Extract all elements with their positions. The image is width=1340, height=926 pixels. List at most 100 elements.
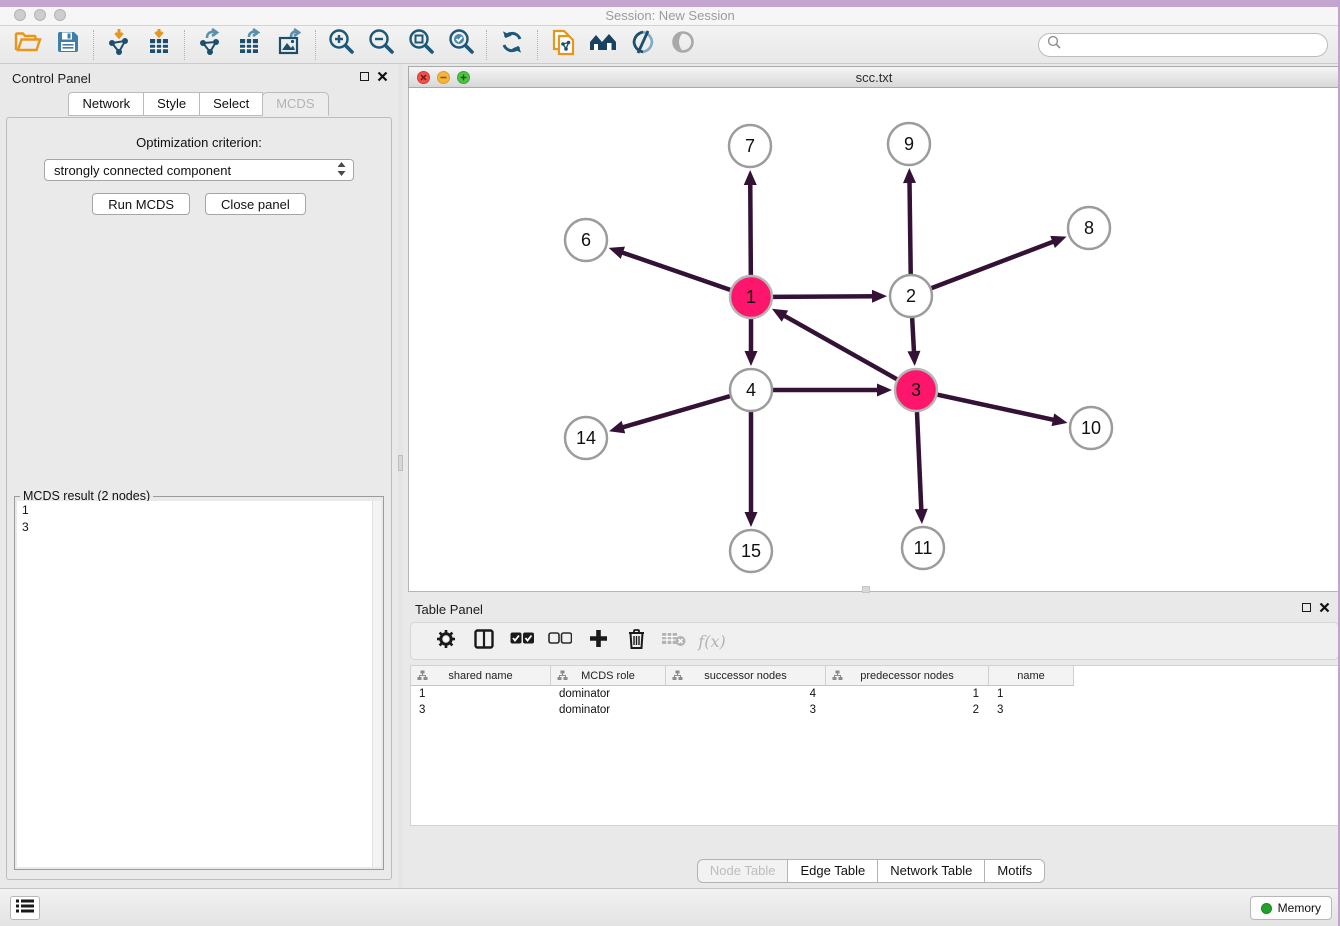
- tab-motifs[interactable]: Motifs: [984, 859, 1045, 883]
- create-column-button[interactable]: [579, 625, 617, 657]
- task-history-button[interactable]: [10, 896, 40, 920]
- toolbar-separator: [537, 30, 538, 60]
- status-bar: Memory: [0, 888, 1340, 926]
- cell-predecessor-nodes[interactable]: 2: [826, 702, 989, 718]
- column-header-predecessor-nodes[interactable]: predecessor nodes: [826, 666, 989, 686]
- graph-edge-arrowhead: [915, 509, 928, 524]
- tab-network[interactable]: Network: [68, 92, 144, 116]
- graph-edge-1-6[interactable]: [616, 250, 730, 289]
- graph-node-label: 3: [911, 380, 921, 400]
- app-titlebar: Session: New Session: [0, 0, 1340, 26]
- delete-table-button[interactable]: [655, 625, 693, 657]
- zoom-in-button[interactable]: [321, 28, 361, 62]
- graph-edge-3-11[interactable]: [917, 412, 922, 516]
- network-window-titlebar[interactable]: scc.txt: [408, 66, 1340, 88]
- export-network-icon: [197, 28, 223, 61]
- network-minimize-button[interactable]: [437, 71, 450, 84]
- optimization-criterion-dropdown[interactable]: strongly connected component: [44, 159, 354, 181]
- optimization-criterion-label: Optimization criterion:: [136, 135, 262, 150]
- search-field[interactable]: [1038, 33, 1328, 57]
- cell-successor-nodes[interactable]: 4: [666, 686, 826, 702]
- cell-name[interactable]: 1: [989, 686, 1074, 702]
- open-session-button[interactable]: [8, 28, 48, 62]
- network-close-button[interactable]: [417, 71, 430, 84]
- table-settings-button[interactable]: [427, 625, 465, 657]
- tab-style[interactable]: Style: [143, 92, 200, 116]
- delete-column-button[interactable]: [617, 625, 655, 657]
- search-input[interactable]: [1066, 38, 1319, 52]
- cell-predecessor-nodes[interactable]: 1: [826, 686, 989, 702]
- mcds-result-line: 1: [22, 502, 381, 519]
- columns-icon: [474, 629, 494, 654]
- memory-label: Memory: [1278, 901, 1321, 915]
- open-folder-icon: [14, 30, 42, 59]
- graph-edge-2-8[interactable]: [932, 239, 1060, 288]
- cell-mcds-role[interactable]: dominator: [551, 702, 666, 718]
- graph-edge-3-10[interactable]: [937, 395, 1059, 422]
- horizontal-splitter-handle[interactable]: [862, 586, 870, 593]
- zoom-fit-button[interactable]: [401, 28, 441, 62]
- table-row[interactable]: 3 dominator 3 2 3: [411, 702, 1338, 718]
- refresh-button[interactable]: [492, 28, 532, 62]
- network-maximize-button[interactable]: [457, 71, 470, 84]
- float-panel-icon[interactable]: [360, 72, 369, 81]
- mcds-result-box: MCDS result (2 nodes) 1 3: [14, 496, 384, 870]
- show-hidden-button[interactable]: [663, 28, 703, 62]
- column-header-mcds-role[interactable]: MCDS role: [551, 666, 666, 686]
- zoom-selected-icon: [447, 28, 475, 61]
- graph-node-label: 8: [1084, 218, 1094, 238]
- tab-node-table[interactable]: Node Table: [697, 859, 789, 883]
- close-panel-button[interactable]: Close panel: [205, 193, 306, 215]
- tab-network-table[interactable]: Network Table: [877, 859, 985, 883]
- graph-node-label: 10: [1081, 418, 1101, 438]
- toolbar-separator: [93, 30, 94, 60]
- export-image-button[interactable]: [270, 28, 310, 62]
- graph-edge-arrowhead: [872, 290, 887, 303]
- cell-name[interactable]: 3: [989, 702, 1074, 718]
- import-network-button[interactable]: [99, 28, 139, 62]
- cell-successor-nodes[interactable]: 3: [666, 702, 826, 718]
- graph-node-label: 15: [741, 541, 761, 561]
- graph-edge-1-7[interactable]: [750, 178, 751, 275]
- import-table-button[interactable]: [139, 28, 179, 62]
- cell-shared-name[interactable]: 3: [411, 702, 551, 718]
- network-view[interactable]: 7968124314101511: [408, 88, 1340, 592]
- hide-selected-button[interactable]: [623, 28, 663, 62]
- zoom-out-button[interactable]: [361, 28, 401, 62]
- eye-slash-icon: [629, 29, 657, 60]
- run-mcds-button[interactable]: Run MCDS: [92, 193, 190, 215]
- tab-edge-table[interactable]: Edge Table: [787, 859, 878, 883]
- export-network-button[interactable]: [190, 28, 230, 62]
- memory-button[interactable]: Memory: [1250, 896, 1332, 920]
- close-panel-icon[interactable]: [377, 71, 388, 82]
- function-builder-button[interactable]: f(x): [693, 625, 731, 657]
- deselect-all-columns-button[interactable]: [541, 625, 579, 657]
- show-all-levels-button[interactable]: [583, 28, 623, 62]
- close-table-panel-icon[interactable]: [1319, 602, 1330, 613]
- dropdown-stepper-icon: [336, 161, 347, 180]
- graph-edge-3-1[interactable]: [779, 313, 897, 379]
- splitter-handle[interactable]: [398, 455, 403, 471]
- column-header-shared-name[interactable]: shared name: [411, 666, 551, 686]
- export-table-button[interactable]: [230, 28, 270, 62]
- zoom-selected-button[interactable]: [441, 28, 481, 62]
- checked-boxes-icon: [510, 632, 534, 650]
- clone-network-button[interactable]: [543, 28, 583, 62]
- column-header-name[interactable]: name: [989, 666, 1074, 686]
- tab-select[interactable]: Select: [199, 92, 263, 116]
- graph-edge-2-9[interactable]: [909, 176, 910, 274]
- select-all-columns-button[interactable]: [503, 625, 541, 657]
- cell-mcds-role[interactable]: dominator: [551, 686, 666, 702]
- result-scrollbar[interactable]: [372, 501, 381, 867]
- column-header-successor-nodes[interactable]: successor nodes: [666, 666, 826, 686]
- graph-edge-4-14[interactable]: [617, 396, 730, 429]
- save-session-button[interactable]: [48, 28, 88, 62]
- graph-edge-arrowhead: [907, 351, 920, 366]
- table-row[interactable]: 1 dominator 4 1 1: [411, 686, 1338, 702]
- column-layout-button[interactable]: [465, 625, 503, 657]
- float-table-panel-icon[interactable]: [1302, 603, 1311, 612]
- tab-mcds[interactable]: MCDS: [262, 92, 328, 116]
- cell-shared-name[interactable]: 1: [411, 686, 551, 702]
- mcds-result-text[interactable]: 1 3: [17, 501, 381, 867]
- graph-edge-1-2[interactable]: [773, 296, 879, 297]
